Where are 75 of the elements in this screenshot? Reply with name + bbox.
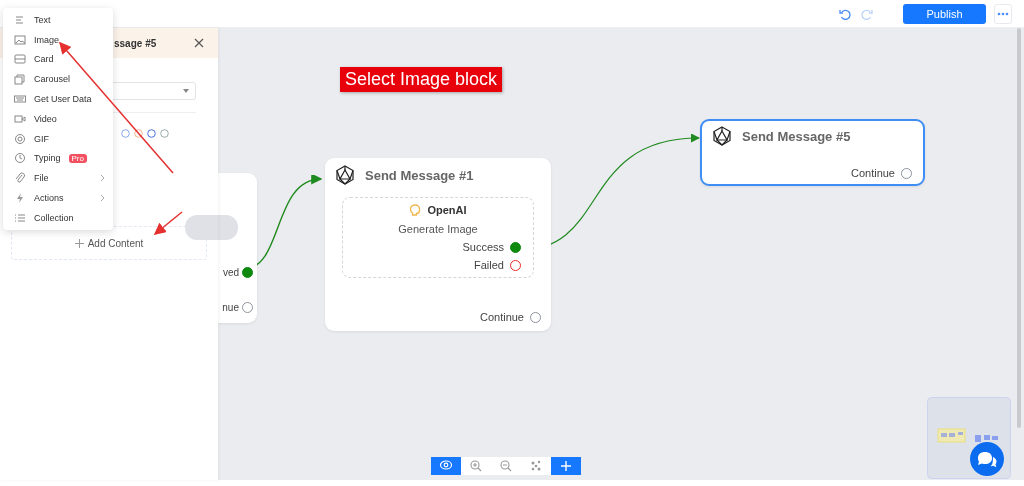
- menu-item-label: Video: [34, 113, 57, 124]
- port-icon[interactable]: [510, 241, 521, 253]
- chat-bubbles-icon: [976, 450, 998, 468]
- menu-item[interactable]: Get User Data: [3, 89, 113, 109]
- menu-item-label: Actions: [34, 193, 64, 204]
- more-icon: [997, 11, 1009, 16]
- eye-icon: [439, 459, 453, 473]
- port-icon[interactable]: [510, 259, 521, 271]
- output-label: Continue: [479, 311, 524, 323]
- menu-item[interactable]: Image: [3, 29, 113, 50]
- output-label: Failed: [474, 259, 504, 271]
- scrollbar[interactable]: [1017, 28, 1021, 428]
- output-label: Success: [462, 241, 504, 253]
- port-icon[interactable]: [242, 267, 253, 278]
- panel-title: ssage #5: [114, 37, 157, 49]
- provider-name: OpenAI: [427, 204, 467, 216]
- menu-item-label: GIF: [34, 133, 49, 144]
- menu-item-label: File: [34, 173, 49, 184]
- port-icon[interactable]: [530, 311, 541, 323]
- output-label: nue: [222, 302, 239, 313]
- menu-item[interactable]: GIF: [3, 128, 113, 149]
- keyboard-icon: [14, 93, 26, 106]
- node-card[interactable]: Send Message #1 OpenAI Generate Image Success Failed Continue: [325, 158, 551, 331]
- close-icon[interactable]: [194, 38, 204, 48]
- menu-item-label: Carousel: [34, 74, 71, 85]
- zoom-in-icon: [469, 459, 483, 473]
- menu-item[interactable]: Actions: [3, 188, 113, 208]
- annotation-label: Select Image block: [340, 67, 503, 92]
- menu-item[interactable]: Carousel: [3, 69, 113, 90]
- polyhedron-icon: [712, 126, 732, 146]
- menu-item[interactable]: File: [3, 168, 113, 189]
- polyhedron-icon: [335, 165, 355, 185]
- list-icon: [14, 211, 26, 224]
- nodes-icon: [529, 459, 543, 473]
- action-name: Generate Image: [398, 223, 478, 235]
- publish-button[interactable]: Publish: [903, 3, 986, 24]
- port-icon[interactable]: [901, 167, 912, 179]
- menu-item-label: Card: [34, 54, 54, 65]
- menu-item[interactable]: Collection: [3, 207, 113, 228]
- pro-badge: Pro: [68, 153, 87, 163]
- port-icon[interactable]: [242, 302, 253, 313]
- clock-icon: [14, 152, 26, 165]
- more-button[interactable]: [994, 3, 1012, 24]
- add-button[interactable]: [551, 457, 581, 475]
- carousel-icon: [14, 73, 26, 86]
- menu-item-label: Typing: [34, 153, 61, 164]
- plus-icon: [74, 238, 84, 248]
- caret-icon: [183, 89, 189, 93]
- card-icon: [14, 53, 26, 66]
- undo-icon[interactable]: [839, 7, 851, 20]
- node-title: Send Message #1: [365, 167, 474, 183]
- output-label: Continue: [850, 167, 895, 179]
- menu-item[interactable]: Card: [3, 49, 113, 70]
- gif-icon: [14, 132, 26, 145]
- menu-item[interactable]: Typing Pro: [3, 148, 113, 169]
- menu-item-label: Text: [34, 14, 51, 25]
- video-icon: [14, 112, 26, 125]
- image-icon: [14, 33, 26, 46]
- menu-item[interactable]: Text: [3, 10, 113, 30]
- plus-icon: [559, 459, 573, 473]
- pointer-arrow: [152, 211, 184, 237]
- menu-item[interactable]: Video: [3, 109, 113, 129]
- node-card[interactable]: ved nue: [218, 173, 257, 323]
- redo-icon[interactable]: [861, 7, 873, 20]
- menu-item-label: Image: [34, 34, 59, 45]
- node-title: Send Message #5: [742, 128, 851, 144]
- paperclip-icon: [14, 172, 26, 185]
- output-label: ved: [222, 267, 239, 278]
- menu-item-label: Get User Data: [34, 94, 92, 105]
- zoom-out-icon: [499, 459, 513, 473]
- node-card[interactable]: Send Message #5 Continue: [700, 119, 925, 186]
- view-button[interactable]: [431, 457, 461, 475]
- lightning-icon: [14, 192, 26, 205]
- menu-item-label: Collection: [34, 212, 74, 223]
- text-icon: [14, 13, 26, 26]
